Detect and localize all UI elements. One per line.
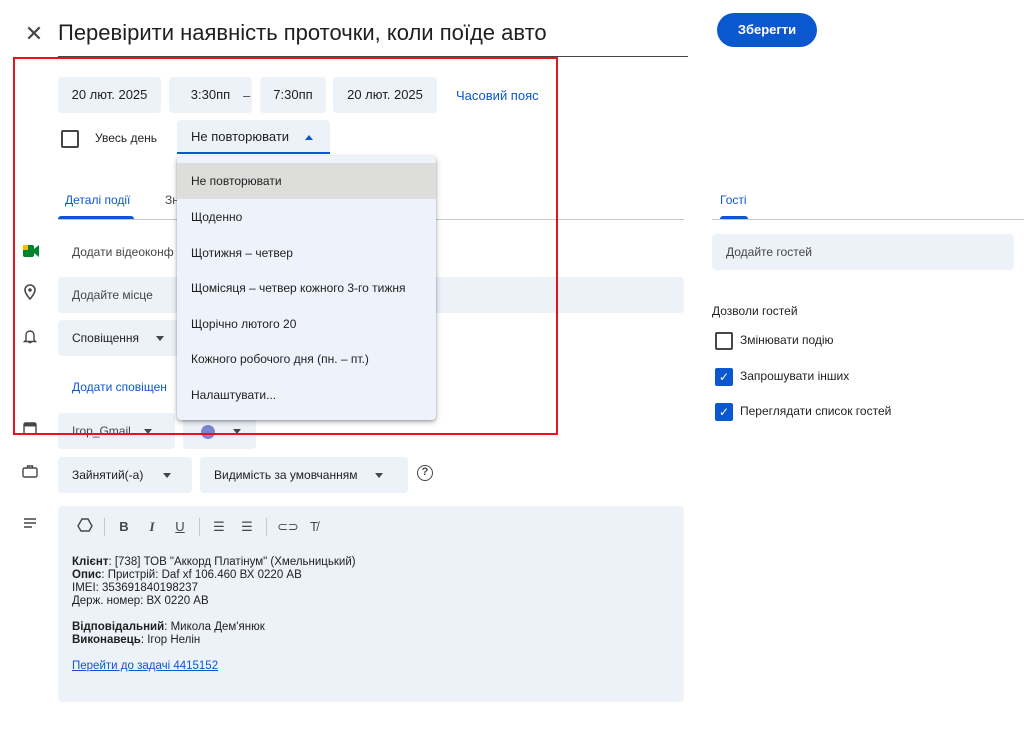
- guests-divider: [712, 219, 1024, 220]
- briefcase-icon: [20, 464, 40, 484]
- caret-up-icon: [304, 135, 313, 141]
- toolbar-separator: [199, 518, 200, 536]
- toolbar-separator: [266, 518, 267, 536]
- help-icon[interactable]: ?: [417, 465, 433, 481]
- chevron-down-icon: [156, 336, 165, 342]
- availability-select[interactable]: Зайнятий(-а): [58, 457, 192, 493]
- close-button[interactable]: ✕: [24, 23, 44, 45]
- chevron-down-icon: [232, 429, 241, 435]
- responsible-line: Відповідальний: Микола Дем'янюк: [72, 621, 265, 633]
- calendar-select-value: Ігор_Gmail: [72, 424, 131, 438]
- event-title-input[interactable]: Перевірити наявність проточки, коли поїд…: [58, 20, 547, 46]
- repeat-option-custom[interactable]: Налаштувати...: [177, 377, 436, 413]
- permission-invite-label: Запрошувати інших: [740, 369, 850, 383]
- description-content: Клієнт: [738] ТОВ "Аккорд Платінум" (Хме…: [72, 556, 356, 673]
- save-button[interactable]: Зберегти: [717, 13, 817, 47]
- end-date-button[interactable]: 20 лют. 2025: [333, 77, 437, 113]
- chevron-down-icon: [374, 473, 383, 479]
- location-pin-icon: [20, 284, 40, 304]
- repeat-menu: Не повторювати Щоденно Щотижня – четвер …: [177, 156, 436, 420]
- calendar-select[interactable]: Ігор_Gmail: [58, 413, 175, 449]
- description-toolbar: B I U ☰ ☰ ⊂⊃ T̸: [76, 517, 376, 537]
- repeat-option-yearly[interactable]: Щорічно лютого 20: [177, 306, 436, 342]
- tab-guests[interactable]: Гості: [720, 193, 747, 207]
- google-meet-icon: [23, 245, 39, 257]
- repeat-option-daily[interactable]: Щоденно: [177, 199, 436, 235]
- plate-line: Держ. номер: ВХ 0220 АВ: [72, 595, 209, 607]
- repeat-select-value: Не повторювати: [191, 129, 290, 144]
- time-separator: –: [243, 88, 251, 103]
- chevron-down-icon: [162, 473, 171, 479]
- all-day-label: Увесь день: [95, 131, 158, 145]
- end-time-button[interactable]: 7:30пп: [260, 77, 326, 113]
- repeat-option-monthly[interactable]: Щомісяця – четвер кожного 3-го тижня: [177, 270, 436, 306]
- permission-modify-label: Змінювати подію: [740, 333, 834, 347]
- visibility-select[interactable]: Видимість за умовчанням: [200, 457, 408, 493]
- add-video-conference[interactable]: Додати відеоконф: [72, 245, 174, 259]
- permission-see-list-label: Переглядати список гостей: [740, 404, 892, 418]
- all-day-checkbox[interactable]: [61, 130, 79, 148]
- repeat-option-weekdays[interactable]: Кожного робочого дня (пн. – пт.): [177, 341, 436, 377]
- guest-permissions-title: Дозволи гостей: [712, 304, 798, 318]
- bold-icon[interactable]: B: [115, 518, 133, 536]
- availability-select-value: Зайнятий(-а): [72, 468, 144, 482]
- italic-icon[interactable]: I: [143, 518, 161, 536]
- color-dot: [201, 424, 215, 439]
- notification-select-value: Сповіщення: [72, 331, 140, 345]
- bell-icon: [20, 328, 40, 348]
- calendar-icon: [20, 421, 40, 441]
- task-link[interactable]: Перейти до задачі 4415152: [72, 660, 356, 673]
- add-notification-link[interactable]: Додати сповіщен: [72, 380, 167, 394]
- toolbar-separator: [104, 518, 105, 536]
- tab-event-details[interactable]: Деталі події: [65, 193, 130, 207]
- bulleted-list-icon[interactable]: ☰: [238, 518, 256, 536]
- client-line: Клієнт: [738] ТОВ "Аккорд Платінум" (Хме…: [72, 556, 356, 568]
- clear-formatting-icon[interactable]: T̸: [305, 518, 323, 536]
- permission-see-list-checkbox[interactable]: ✓: [715, 403, 733, 421]
- permission-modify-checkbox[interactable]: [715, 332, 733, 350]
- start-time-button[interactable]: 3:30пп: [169, 77, 252, 113]
- repeat-option-none[interactable]: Не повторювати: [177, 163, 436, 199]
- repeat-option-weekly[interactable]: Щотижня – четвер: [177, 235, 436, 271]
- visibility-select-value: Видимість за умовчанням: [214, 468, 358, 482]
- timezone-link[interactable]: Часовий пояс: [456, 88, 539, 103]
- executor-line: Виконавець: Ігор Нелін: [72, 634, 201, 646]
- description-lines-icon: [20, 515, 40, 535]
- title-underline: [58, 56, 688, 57]
- google-drive-icon[interactable]: [76, 518, 94, 536]
- imei-line: IMEI: 353691840198237: [72, 582, 198, 594]
- underline-icon[interactable]: U: [171, 518, 189, 536]
- start-date-button[interactable]: 20 лют. 2025: [58, 77, 161, 113]
- chevron-down-icon: [144, 429, 153, 435]
- link-icon[interactable]: ⊂⊃: [277, 518, 299, 536]
- permission-invite-checkbox[interactable]: ✓: [715, 368, 733, 386]
- numbered-list-icon[interactable]: ☰: [210, 518, 228, 536]
- notification-select[interactable]: Сповіщення: [58, 320, 183, 356]
- add-guests-input[interactable]: Додайте гостей: [712, 234, 1014, 270]
- repeat-select[interactable]: Не повторювати: [177, 120, 330, 154]
- desc-line: Опис: Пристрій: Daf xf 106.460 ВХ 0220 А…: [72, 569, 302, 581]
